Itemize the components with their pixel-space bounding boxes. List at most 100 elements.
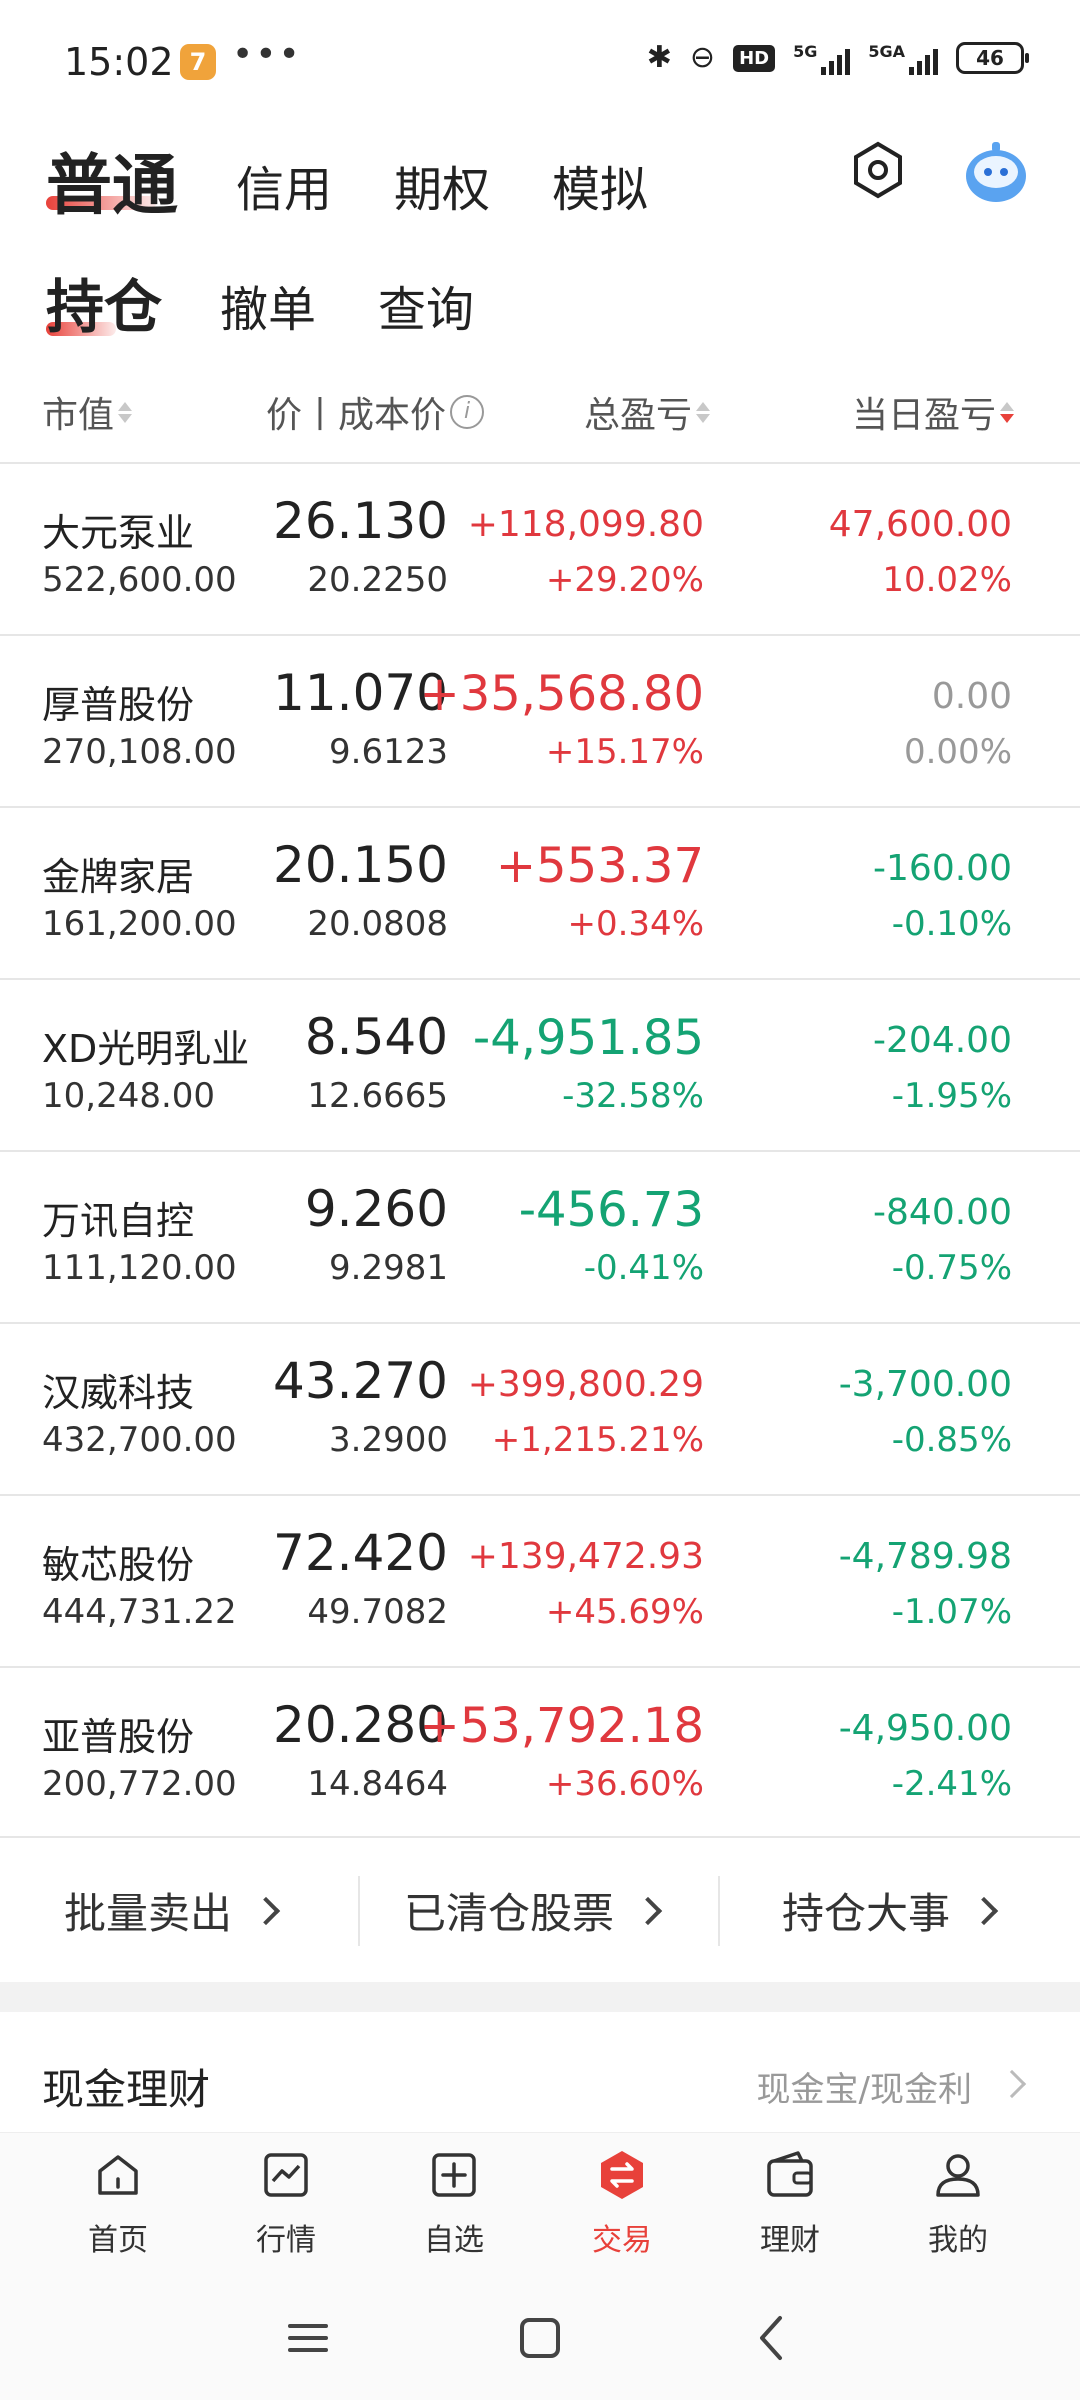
chevron-right-icon: [969, 1896, 999, 1925]
menu-icon[interactable]: [278, 2308, 338, 2368]
nav-profile[interactable]: 我的: [888, 2147, 1028, 2259]
current-price: 20.150: [273, 836, 448, 894]
cleared-stocks-label: 已清仓股票: [404, 1889, 615, 1938]
tab-options[interactable]: 期权: [394, 150, 490, 220]
settings-icon[interactable]: [848, 140, 908, 200]
current-price: 8.540: [304, 1008, 448, 1066]
sort-market-value[interactable]: 市值: [42, 386, 133, 438]
holding-row[interactable]: 厚普股份 270,108.00 11.070 9.6123 +35,568.80 +15.…: [0, 634, 1080, 806]
battery-icon: 46: [956, 42, 1029, 74]
bluetooth-icon: ✱: [646, 40, 672, 75]
daily-pl-header: 当日盈亏: [852, 395, 997, 436]
tab-positions[interactable]: 持仓: [46, 260, 162, 344]
holding-row[interactable]: 敏芯股份 444,731.22 72.420 49.7082 +139,472.93 +4…: [0, 1494, 1080, 1666]
daily-pl: 47,600.00: [828, 504, 1012, 545]
market-value: 444,731.22: [42, 1592, 237, 1632]
tab-simulation[interactable]: 模拟: [552, 150, 648, 220]
stock-name: 大元泵业: [42, 511, 195, 555]
sort-icon-active: [1000, 401, 1015, 423]
back-icon[interactable]: [742, 2308, 802, 2368]
bottom-navigation: 首页 行情 自选 交易 理财 我的: [0, 2132, 1080, 2272]
daily-pl-percent: 0.00%: [903, 732, 1012, 772]
sort-icon: [696, 401, 711, 423]
cost-price: 14.8464: [307, 1764, 448, 1804]
holding-row[interactable]: 金牌家居 161,200.00 20.150 20.0808 +553.37 +0.34%…: [0, 806, 1080, 978]
divider: [718, 1876, 720, 1946]
tab-credit[interactable]: 信用: [236, 150, 332, 220]
cleared-stocks-button[interactable]: 已清仓股票: [404, 1880, 663, 1941]
chevron-right-icon: [251, 1896, 281, 1925]
total-pl: +399,800.29: [467, 1364, 704, 1405]
market-value: 270,108.00: [42, 732, 237, 772]
total-pl-header: 总盈亏: [584, 395, 693, 436]
nav-trade-label: 交易: [592, 2223, 652, 2258]
daily-pl: -4,950.00: [838, 1708, 1012, 1749]
cash-management-row[interactable]: 现金理财 现金宝/现金利: [0, 2012, 1080, 2132]
cost-price: 20.2250: [307, 560, 448, 600]
stock-name: 金牌家居: [42, 855, 195, 899]
batch-sell-button[interactable]: 批量卖出: [64, 1880, 281, 1941]
nav-profile-label: 我的: [928, 2223, 988, 2258]
net-label-1: 5G: [793, 41, 818, 61]
price-cost-header-group: 价丨成本价 i: [266, 386, 485, 438]
daily-pl-percent: -0.75%: [891, 1248, 1012, 1288]
system-navigation-bar: [0, 2272, 1080, 2400]
add-watchlist-icon: [432, 2153, 476, 2197]
total-pl-percent: +36.60%: [545, 1764, 704, 1804]
cost-price: 3.2900: [329, 1420, 448, 1460]
sort-total-pl[interactable]: 总盈亏: [584, 386, 711, 438]
nav-wealth-label: 理财: [760, 2223, 820, 2258]
total-pl: +553.37: [495, 838, 704, 894]
holding-row[interactable]: 汉威科技 432,700.00 43.270 3.2900 +399,800.29 +1,…: [0, 1322, 1080, 1494]
tab-normal[interactable]: 普通: [46, 132, 178, 228]
holding-row[interactable]: XD光明乳业 10,248.00 8.540 12.6665 -4,951.85 -32.…: [0, 978, 1080, 1150]
nav-market[interactable]: 行情: [216, 2147, 356, 2259]
status-bar: 15:02 7 ••• ✱ ⊖ HD 5G 5GA 46: [0, 0, 1080, 120]
holding-actions: 批量卖出 已清仓股票 持仓大事: [0, 1840, 1080, 1980]
nav-home-label: 首页: [88, 2223, 148, 2258]
total-pl: -456.73: [518, 1182, 704, 1238]
holding-row[interactable]: 亚普股份 200,772.00 20.280 14.8464 +53,792.18 +36…: [0, 1666, 1080, 1838]
nav-home[interactable]: 首页: [48, 2147, 188, 2259]
stock-name: 汉威科技: [42, 1371, 195, 1415]
home-button-icon[interactable]: [510, 2308, 570, 2368]
sort-daily-pl[interactable]: 当日盈亏: [852, 386, 1015, 438]
nav-market-label: 行情: [256, 2223, 316, 2258]
daily-pl: 0.00: [931, 676, 1012, 717]
total-pl: +53,792.18: [419, 1698, 704, 1754]
market-value: 161,200.00: [42, 904, 237, 944]
nav-wealth[interactable]: 理财: [720, 2147, 860, 2259]
daily-pl-percent: -2.41%: [891, 1764, 1012, 1804]
chevron-right-icon: [997, 2069, 1027, 2099]
holding-events-label: 持仓大事: [782, 1889, 951, 1938]
nav-watchlist[interactable]: 自选: [384, 2147, 524, 2259]
robot-assistant-icon[interactable]: [956, 132, 1036, 212]
daily-pl: -840.00: [873, 1192, 1012, 1233]
chevron-right-icon: [633, 1896, 663, 1925]
current-price: 9.260: [304, 1180, 448, 1238]
nav-watchlist-label: 自选: [424, 2223, 484, 2258]
holding-events-button[interactable]: 持仓大事: [782, 1880, 999, 1941]
market-value-header: 市值: [42, 395, 115, 436]
holdings-list: 大元泵业 522,600.00 26.130 20.2250 +118,099.80 +2…: [0, 462, 1080, 1838]
tab-query[interactable]: 查询: [378, 270, 474, 340]
cash-management-link[interactable]: 现金宝/现金利: [757, 2062, 972, 2111]
status-icons: ✱ ⊖ HD 5G 5GA 46: [646, 40, 1029, 76]
nav-trade[interactable]: 交易: [552, 2147, 692, 2259]
total-pl-percent: +29.20%: [545, 560, 704, 600]
daily-pl: -4,789.98: [838, 1536, 1012, 1577]
holding-row[interactable]: 万讯自控 111,120.00 9.260 9.2981 -456.73 -0.41% -8…: [0, 1150, 1080, 1322]
batch-sell-label: 批量卖出: [64, 1889, 233, 1938]
holding-row[interactable]: 大元泵业 522,600.00 26.130 20.2250 +118,099.80 +2…: [0, 462, 1080, 634]
more-notifications-icon: •••: [232, 34, 302, 75]
total-pl-percent: +0.34%: [567, 904, 705, 944]
stock-name: 敏芯股份: [42, 1543, 195, 1587]
total-pl: +139,472.93: [467, 1536, 704, 1577]
tab-cancel-orders[interactable]: 撤单: [220, 270, 316, 340]
market-value: 200,772.00: [42, 1764, 237, 1804]
status-time: 15:02: [64, 40, 174, 84]
total-pl-percent: +45.69%: [545, 1592, 704, 1632]
cost-price: 20.0808: [307, 904, 448, 944]
daily-pl-percent: -1.07%: [891, 1592, 1012, 1632]
info-icon[interactable]: i: [450, 395, 485, 429]
